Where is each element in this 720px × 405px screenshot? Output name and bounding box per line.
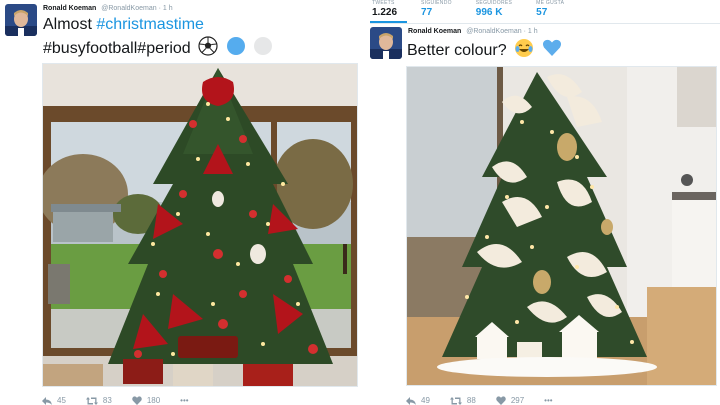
more-icon: •••: [544, 396, 553, 405]
tears-of-joy-icon: [514, 38, 534, 65]
avatar[interactable]: [370, 27, 402, 59]
reply-button[interactable]: 45: [42, 396, 66, 405]
tweet-time[interactable]: · 1 h: [524, 28, 538, 35]
tweet-text-line2[interactable]: #busyfootball#period: [43, 40, 191, 57]
tweet-actions: 49 88 297 •••: [406, 396, 573, 405]
tweet-photo[interactable]: [406, 66, 717, 386]
avatar[interactable]: [5, 4, 37, 36]
retweet-icon: [449, 396, 462, 405]
hashtag-link[interactable]: #christmastime: [96, 16, 204, 33]
tweet-meta: Ronald Koeman @RonaldKoeman · 1 h: [43, 5, 173, 12]
like-button[interactable]: 180: [132, 396, 160, 405]
retweet-count: 83: [102, 396, 112, 405]
tweet-text: Better colour?: [407, 38, 562, 65]
blue-circle-icon: [226, 36, 246, 63]
retweet-button[interactable]: 83: [85, 396, 112, 405]
blue-heart-icon: [542, 38, 562, 65]
retweet-button[interactable]: 88: [449, 396, 476, 405]
heart-icon: [496, 396, 506, 405]
more-button[interactable]: •••: [180, 396, 188, 405]
like-button[interactable]: 297: [496, 396, 524, 405]
more-icon: •••: [180, 396, 189, 405]
author-name[interactable]: Ronald Koeman: [408, 28, 461, 35]
heart-icon: [132, 396, 142, 405]
tweet-text: Almost #christmastime #busyfootball#peri…: [43, 14, 273, 63]
retweet-icon: [85, 396, 98, 405]
author-handle[interactable]: @RonaldKoeman: [466, 28, 521, 35]
tweet-text-plain: Almost: [43, 16, 97, 33]
reply-count: 49: [421, 396, 430, 405]
tweet-right: Ronald Koeman @RonaldKoeman · 1 h Better…: [362, 0, 720, 405]
reply-icon: [42, 396, 52, 405]
tweet-time[interactable]: · 1 h: [159, 5, 173, 12]
tweet-actions: 45 83 180 •••: [42, 396, 209, 405]
reply-button[interactable]: 49: [406, 396, 430, 405]
tweet-meta: Ronald Koeman @RonaldKoeman · 1 h: [408, 28, 538, 35]
reply-count: 45: [57, 396, 66, 405]
retweet-count: 88: [466, 396, 476, 405]
tweet-left: Ronald Koeman @RonaldKoeman · 1 h Almost…: [0, 0, 362, 405]
author-handle[interactable]: @RonaldKoeman: [101, 5, 156, 12]
author-name[interactable]: Ronald Koeman: [43, 5, 96, 12]
tweet-photo[interactable]: [42, 63, 358, 387]
white-circle-icon: [253, 36, 273, 63]
soccer-ball-icon: [198, 36, 218, 63]
tweet-text-plain: Better colour?: [407, 42, 507, 59]
more-button[interactable]: •••: [544, 396, 552, 405]
reply-icon: [406, 396, 416, 405]
like-count: 180: [146, 396, 161, 405]
like-count: 297: [510, 396, 525, 405]
